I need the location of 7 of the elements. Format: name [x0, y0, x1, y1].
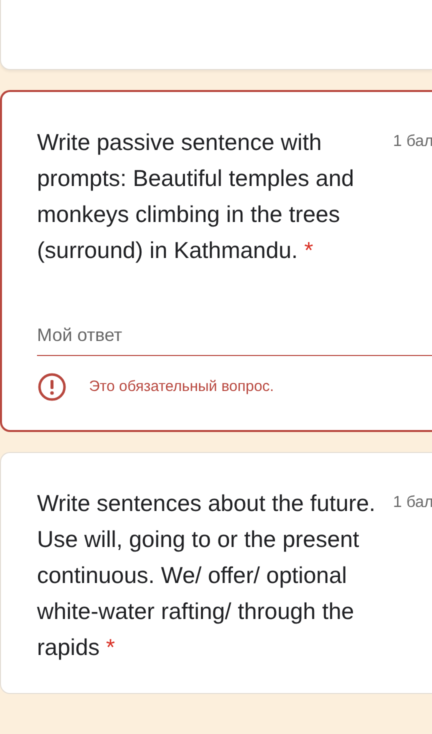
error-message: Это обязательный вопрос. [89, 376, 274, 397]
error-icon [37, 372, 67, 402]
question-text: Write sentences about the future. Use will, going to or the present continuous. We/ offer/ optional white-water rafting/ through the rapids * [37, 489, 376, 662]
points-label: 1 бал [393, 132, 432, 152]
question-text: Write passive sentence with prompts: Beautiful temples and monkeys climbing in the trees (surround) in Kathmandu. * [37, 128, 356, 265]
points-label: 1 бал [393, 493, 432, 513]
answer-field[interactable]: Мой ответ [37, 322, 432, 356]
